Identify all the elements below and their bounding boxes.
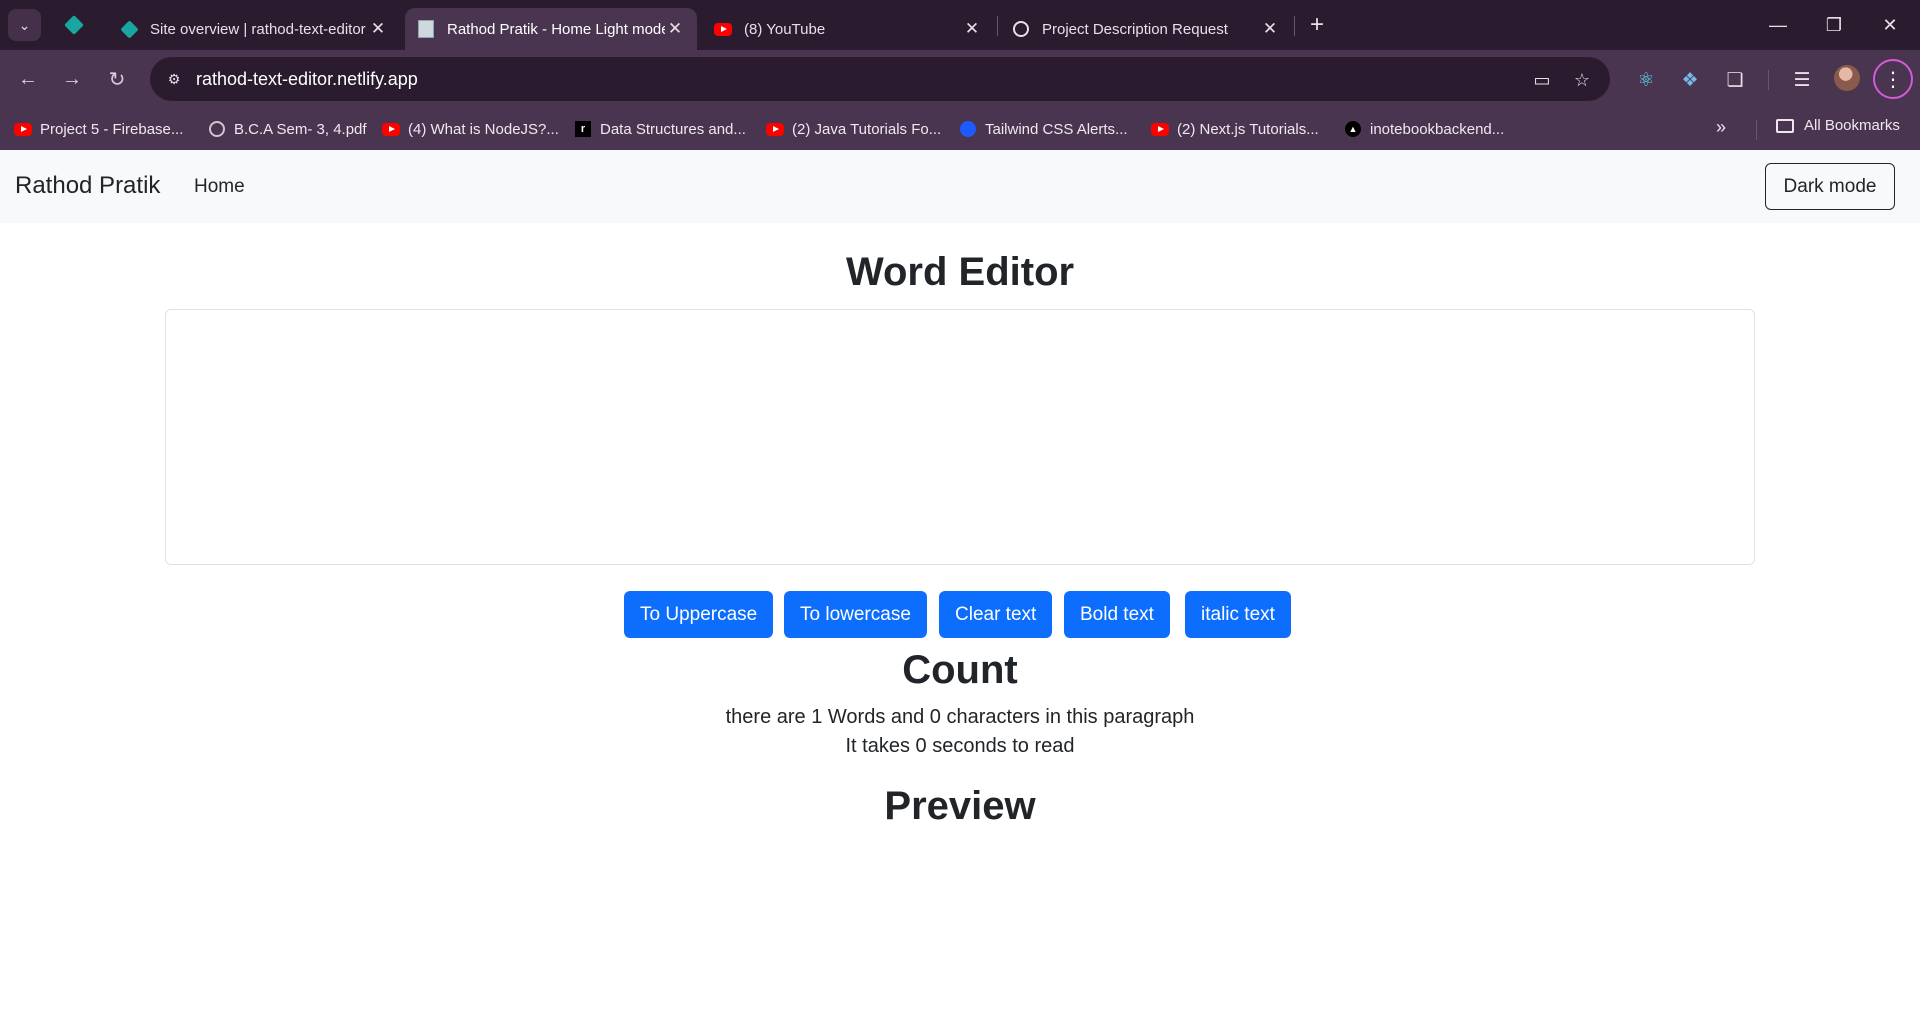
- all-bookmarks-label: All Bookmarks: [1804, 117, 1900, 134]
- restore-icon: ❐: [1825, 14, 1843, 35]
- extension-icon[interactable]: ❖: [1676, 66, 1704, 94]
- site-navbar: Rathod Pratik Home Dark mode: [0, 150, 1920, 223]
- browser-toolbar: ← → ↻ ⚙ rathod-text-editor.netlify.app ▭…: [0, 50, 1920, 108]
- bookmark-item[interactable]: B.C.A Sem- 3, 4.pdf: [208, 117, 367, 141]
- r-icon: r: [574, 120, 592, 138]
- read-time-text: It takes 0 seconds to read: [845, 735, 1075, 757]
- bookmarks-bar: Project 5 - Firebase... B.C.A Sem- 3, 4.…: [0, 108, 1920, 150]
- preview-heading: Preview: [884, 784, 1036, 828]
- count-heading: Count: [902, 648, 1018, 692]
- close-icon: ✕: [1882, 14, 1898, 35]
- clear-text-button[interactable]: Clear text: [939, 591, 1053, 638]
- youtube-icon: [1151, 120, 1169, 138]
- bookmarks-separator: [1756, 120, 1757, 140]
- bookmark-item[interactable]: (2) Java Tutorials Fo...: [766, 117, 941, 141]
- plus-icon: +: [1309, 11, 1324, 38]
- word-editor-heading: Word Editor: [845, 250, 1075, 294]
- tab-title: Project Description Request: [1042, 20, 1228, 38]
- bookmark-item[interactable]: (4) What is NodeJS?...: [382, 117, 559, 141]
- lowercase-button[interactable]: To lowercase: [784, 591, 927, 638]
- navbar-brand[interactable]: Rathod Pratik: [15, 172, 160, 200]
- youtube-icon: [382, 120, 400, 138]
- chevron-double-right-icon: »: [1716, 117, 1727, 137]
- avatar[interactable]: [1834, 65, 1860, 91]
- forward-button[interactable]: →: [56, 63, 88, 95]
- nav-link-home[interactable]: Home: [194, 176, 245, 198]
- bookmark-star-icon[interactable]: ☆: [1569, 67, 1595, 93]
- tailwind-icon: [959, 120, 977, 138]
- netlify-icon: [119, 19, 139, 39]
- close-icon[interactable]: ✕: [1260, 19, 1280, 39]
- close-window-button[interactable]: ✕: [1862, 0, 1918, 50]
- extensions-puzzle-icon[interactable]: ❏: [1721, 66, 1749, 94]
- new-tab-button[interactable]: +: [1302, 9, 1332, 41]
- minimize-icon: —: [1769, 14, 1787, 35]
- netlify-icon: [64, 15, 84, 35]
- reload-icon: ↻: [108, 68, 126, 91]
- more-vertical-icon: ⋮: [1883, 68, 1903, 91]
- back-button[interactable]: ←: [12, 63, 44, 95]
- tab-title: Rathod Pratik - Home Light mode: [447, 20, 665, 38]
- url-text[interactable]: rathod-text-editor.netlify.app: [196, 69, 418, 90]
- chatgpt-icon: [1012, 20, 1030, 38]
- tab-rathod-pratik-home[interactable]: Rathod Pratik - Home Light mode ✕: [405, 8, 697, 50]
- react-devtools-icon[interactable]: ⚛: [1632, 66, 1660, 94]
- globe-icon: [208, 120, 226, 138]
- tab-title: (8) YouTube: [744, 20, 826, 38]
- tab-project-description[interactable]: Project Description Request ✕: [1000, 8, 1292, 50]
- bookmark-label: inotebookbackend...: [1370, 120, 1505, 138]
- bookmark-item[interactable]: (2) Next.js Tutorials...: [1151, 117, 1319, 141]
- close-icon[interactable]: ✕: [368, 19, 388, 39]
- site-info-icon[interactable]: ⚙: [160, 65, 188, 93]
- tab-strip: ⌄ Site overview | rathod-text-editor ✕ R…: [0, 0, 1920, 50]
- bookmark-item[interactable]: r Data Structures and...: [574, 117, 746, 141]
- restore-button[interactable]: ❐: [1806, 0, 1862, 50]
- browser-menu-button[interactable]: ⋮: [1873, 59, 1913, 99]
- address-bar[interactable]: ⚙ rathod-text-editor.netlify.app ▭ ☆: [150, 57, 1610, 101]
- close-icon[interactable]: ✕: [962, 19, 982, 39]
- chevron-down-icon: ⌄: [18, 16, 31, 33]
- italic-text-button[interactable]: italic text: [1185, 591, 1291, 638]
- youtube-icon: [714, 20, 732, 38]
- bold-text-button[interactable]: Bold text: [1064, 591, 1170, 638]
- bookmark-label: Tailwind CSS Alerts...: [985, 120, 1128, 138]
- bookmark-item[interactable]: Tailwind CSS Alerts...: [959, 117, 1128, 141]
- more-bookmarks-button[interactable]: »: [1716, 117, 1726, 138]
- bookmark-label: (2) Java Tutorials Fo...: [792, 120, 942, 138]
- render-icon: ▲: [1344, 120, 1362, 138]
- all-bookmarks-button[interactable]: All Bookmarks: [1776, 117, 1900, 134]
- tab-site-overview[interactable]: Site overview | rathod-text-editor ✕: [108, 8, 400, 50]
- text-input-area[interactable]: [165, 309, 1755, 565]
- dark-mode-button[interactable]: Dark mode: [1765, 163, 1895, 210]
- reload-button[interactable]: ↻: [101, 63, 133, 95]
- install-app-icon[interactable]: ▭: [1529, 67, 1555, 93]
- close-icon[interactable]: ✕: [665, 19, 685, 39]
- folder-icon: [1776, 118, 1794, 133]
- bookmark-label: Project 5 - Firebase...: [40, 120, 184, 138]
- profile-photo-icon: [417, 20, 435, 38]
- tab-youtube[interactable]: (8) YouTube ✕: [702, 8, 994, 50]
- bookmark-label: Data Structures and...: [600, 120, 746, 138]
- bookmark-item[interactable]: Project 5 - Firebase...: [14, 117, 183, 141]
- tab-title: Site overview | rathod-text-editor: [150, 20, 366, 38]
- arrow-left-icon: ←: [18, 67, 38, 90]
- arrow-right-icon: →: [62, 67, 82, 90]
- youtube-icon: [14, 120, 32, 138]
- youtube-icon: [766, 120, 784, 138]
- tab-separator: [997, 16, 998, 36]
- bookmark-label: (2) Next.js Tutorials...: [1177, 120, 1319, 138]
- uppercase-button[interactable]: To Uppercase: [624, 591, 774, 638]
- minimize-button[interactable]: —: [1750, 0, 1806, 50]
- tab-separator: [1294, 16, 1295, 36]
- bookmark-item[interactable]: ▲ inotebookbackend...: [1344, 117, 1504, 141]
- media-control-icon[interactable]: ☰: [1788, 66, 1816, 94]
- word-count-text: there are 1 Words and 0 characters in th…: [725, 706, 1195, 728]
- bookmark-label: (4) What is NodeJS?...: [408, 120, 559, 138]
- bookmark-label: B.C.A Sem- 3, 4.pdf: [234, 120, 367, 138]
- pinned-tab-netlify[interactable]: [56, 9, 92, 41]
- toolbar-separator: [1768, 70, 1769, 90]
- tab-search-button[interactable]: ⌄: [8, 9, 41, 41]
